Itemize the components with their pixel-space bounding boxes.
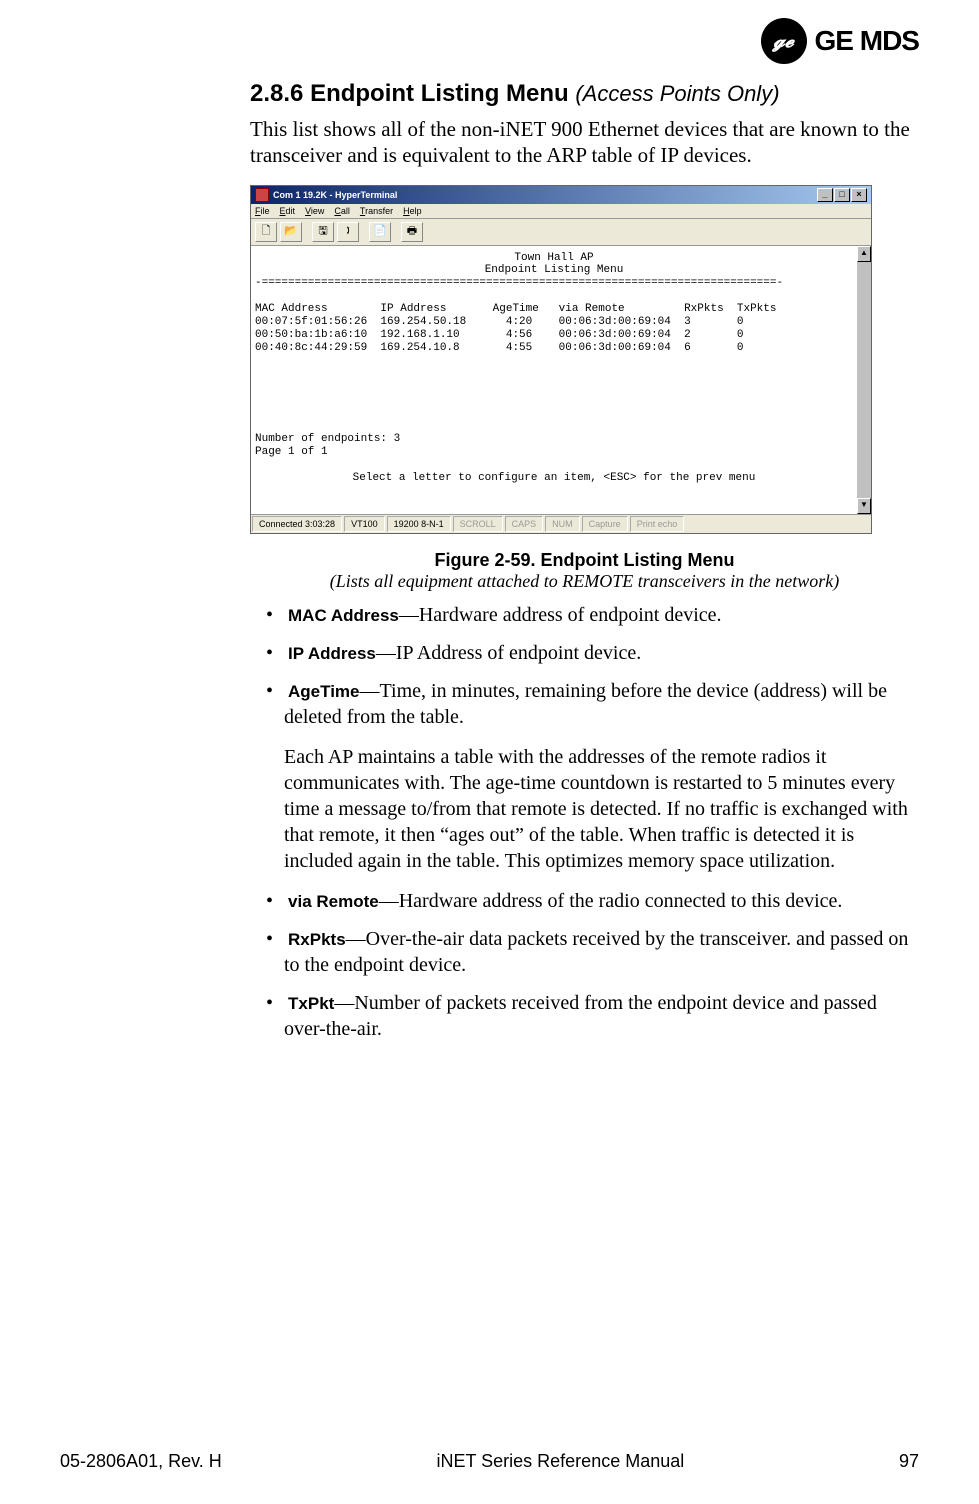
window-titlebar: Com 1 19.2K - HyperTerminal _ □ × [251, 186, 871, 204]
def-mac-address: MAC Address—Hardware address of endpoint… [250, 602, 919, 628]
def-agetime: AgeTime—Time, in minutes, remaining befo… [250, 678, 919, 730]
toolbar: 🗋 📂 🖫 🕽 📄 🖶 [251, 219, 871, 246]
term-row-1: 00:50:ba:1b:a6:10 192.168.1.10 4:56 00:0… [255, 329, 743, 341]
status-scroll: SCROLL [453, 516, 503, 532]
status-connection: Connected 3:03:28 [252, 516, 342, 532]
status-emulation: VT100 [344, 516, 385, 532]
app-icon [255, 188, 269, 202]
term-page: Page 1 of 1 [255, 446, 328, 458]
status-speed: 19200 8-N-1 [387, 516, 451, 532]
properties-icon[interactable]: 🖶 [401, 222, 423, 242]
terminal-body: Town Hall APEndpoint Listing Menu-======… [251, 246, 857, 514]
minimize-button[interactable]: _ [817, 188, 833, 202]
scrollbar[interactable]: ▲ ▼ [857, 246, 871, 514]
def-text-agetime: —Time, in minutes, remaining before the … [284, 680, 887, 728]
status-bar: Connected 3:03:28 VT100 19200 8-N-1 SCRO… [251, 514, 871, 533]
def-label-viaremote: via Remote [288, 892, 379, 911]
def-text-txpkt: —Number of packets received from the end… [284, 992, 877, 1040]
def-ip-address: IP Address—IP Address of endpoint device… [250, 640, 919, 666]
def-label-txpkt: TxPkt [288, 994, 334, 1013]
def-rxpkts: RxPkts—Over-the-air data packets receive… [250, 926, 919, 978]
ge-monogram-icon: 𝓰𝓮 [761, 18, 807, 64]
footer-doc-id: 05-2806A01, Rev. H [60, 1451, 222, 1472]
section-qualifier: (Access Points Only) [575, 81, 779, 106]
section-title: Endpoint Listing Menu [310, 80, 569, 107]
def-text-ip: —IP Address of endpoint device. [376, 642, 641, 664]
term-row-0: 00:07:5f:01:56:26 169.254.50.18 4:20 00:… [255, 316, 743, 328]
brand-logo: 𝓰𝓮 GE MDS [761, 18, 919, 64]
term-row-2: 00:40:8c:44:29:59 169.254.10.8 4:55 00:0… [255, 342, 743, 354]
agetime-paragraph: Each AP maintains a table with the addre… [284, 744, 919, 874]
footer-title: iNET Series Reference Manual [436, 1451, 684, 1472]
definitions-list: MAC Address—Hardware address of endpoint… [250, 602, 919, 730]
figure-caption: Figure 2-59. Endpoint Listing Menu [250, 550, 919, 571]
term-endpoint-count: Number of endpoints: 3 [255, 433, 400, 445]
term-header-1: Town Hall AP [255, 252, 853, 265]
menu-edit[interactable]: Edit [280, 206, 296, 216]
hyperterminal-window: Com 1 19.2K - HyperTerminal _ □ × File E… [250, 185, 872, 534]
definitions-list-2: via Remote—Hardware address of the radio… [250, 888, 919, 1042]
figure-subcaption: (Lists all equipment attached to REMOTE … [250, 571, 919, 592]
term-header-2: Endpoint Listing Menu [255, 264, 853, 277]
status-caps: CAPS [505, 516, 544, 532]
def-label-rxpkts: RxPkts [288, 930, 346, 949]
status-num: NUM [545, 516, 580, 532]
term-hint: Select a letter to configure an item, <E… [255, 472, 853, 485]
footer-page-number: 97 [899, 1451, 919, 1472]
new-icon[interactable]: 🗋 [255, 222, 277, 242]
def-txpkt: TxPkt—Number of packets received from th… [250, 990, 919, 1042]
menu-call[interactable]: Call [334, 206, 350, 216]
menu-transfer[interactable]: Transfer [360, 206, 393, 216]
def-via-remote: via Remote—Hardware address of the radio… [250, 888, 919, 914]
def-label-agetime: AgeTime [288, 682, 360, 701]
def-text-mac: —Hardware address of endpoint device. [399, 604, 722, 626]
term-divider: -=======================================… [255, 277, 783, 289]
def-text-viaremote: —Hardware address of the radio connected… [379, 890, 843, 912]
maximize-button[interactable]: □ [834, 188, 850, 202]
def-label-mac: MAC Address [288, 606, 399, 625]
def-label-ip: IP Address [288, 644, 376, 663]
term-column-headers: MAC Address IP Address AgeTime via Remot… [255, 303, 777, 315]
page-footer: 05-2806A01, Rev. H iNET Series Reference… [60, 1451, 919, 1472]
status-echo: Print echo [630, 516, 685, 532]
close-button[interactable]: × [851, 188, 867, 202]
menu-bar: File Edit View Call Transfer Help [251, 204, 871, 219]
section-number: 2.8.6 [250, 80, 303, 107]
section-heading: 2.8.6 Endpoint Listing Menu (Access Poin… [250, 80, 919, 108]
window-title: Com 1 19.2K - HyperTerminal [273, 190, 397, 200]
brand-text: GE MDS [815, 25, 919, 57]
call-icon[interactable]: 🕽 [337, 222, 359, 242]
menu-view[interactable]: View [305, 206, 324, 216]
intro-paragraph: This list shows all of the non-iNET 900 … [250, 116, 919, 169]
save-icon[interactable]: 🖫 [312, 222, 334, 242]
open-icon[interactable]: 📂 [280, 222, 302, 242]
status-capture: Capture [582, 516, 628, 532]
def-text-rxpkts: —Over-the-air data packets received by t… [284, 928, 908, 976]
paste-icon[interactable]: 📄 [369, 222, 391, 242]
scroll-down-icon[interactable]: ▼ [857, 498, 871, 514]
menu-file[interactable]: File [255, 206, 270, 216]
menu-help[interactable]: Help [403, 206, 422, 216]
scroll-up-icon[interactable]: ▲ [857, 246, 871, 262]
